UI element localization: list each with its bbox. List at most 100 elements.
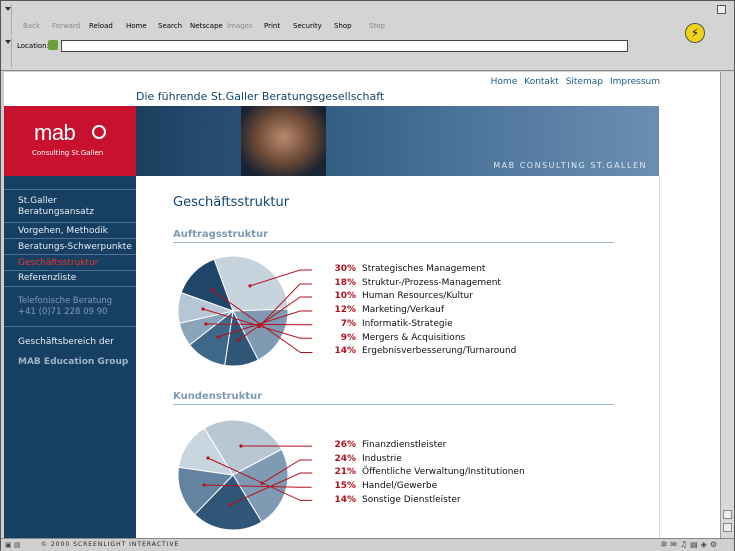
- legend-percent: 14%: [334, 494, 356, 505]
- page-viewport: Home Kontakt Sitemap Impressum Die führende…: [4, 72, 720, 538]
- legend-label: Sonstige Dienstleister: [362, 494, 461, 505]
- toolbar-collapse-tab[interactable]: [4, 4, 12, 34]
- legend-row: 14% Ergebnisverbesserung/Turnaround: [304, 346, 634, 358]
- logo-subtitle: Consulting St.Gallen: [32, 149, 104, 157]
- legend-percent: 7%: [340, 318, 356, 329]
- legend-row: 7% Informatik-Strategie: [304, 319, 634, 331]
- topnav-sitemap[interactable]: Sitemap: [566, 77, 603, 87]
- legend-label: Finanzdienstleister: [362, 440, 447, 450]
- browser-window: Back Forward Reload Home Search Netscape Image…: [0, 0, 735, 551]
- legend-percent: 30%: [334, 264, 356, 274]
- legend-percent: 18%: [334, 277, 356, 288]
- legend-percent: 9%: [340, 332, 356, 343]
- group-label: Geschäftsbereich der: [18, 337, 114, 347]
- sidebar-divider: [4, 189, 136, 190]
- toolbar-back-button[interactable]: Back: [23, 22, 40, 30]
- top-navigation: Home Kontakt Sitemap Impressum: [484, 77, 660, 87]
- topnav-impressum[interactable]: Impressum: [610, 77, 660, 87]
- phone-number: +41 (0)71 228 09 90: [18, 307, 108, 317]
- scroll-down-arrow[interactable]: [723, 523, 732, 532]
- phone-label: Telefonische Beratung: [18, 296, 113, 306]
- status-bar: ▣ ▤ © 2000 SCREENLIGHT INTERACTIVE ✲✉♫▤◈…: [1, 538, 734, 551]
- component-bar-icons[interactable]: ✲✉♫▤◈⚙: [661, 540, 720, 549]
- sidebar-item-geschaeftsstruktur[interactable]: Geschäftsstruktur: [18, 258, 98, 268]
- legend-percent: 24%: [334, 453, 356, 464]
- legend-label: Struktur-/Prozess-Management: [362, 277, 501, 288]
- logo-globe-icon: [92, 125, 106, 139]
- sidebar-divider: [4, 326, 136, 327]
- legend-percent: 12%: [334, 305, 356, 316]
- section-heading-kundenstruktur: Kundenstruktur: [173, 391, 263, 402]
- legend-row: 26% Finanzdienstleister: [304, 440, 634, 452]
- toolbar-reload-button[interactable]: Reload: [89, 22, 113, 30]
- topnav-kontakt[interactable]: Kontakt: [524, 77, 558, 87]
- section-divider: [173, 404, 614, 405]
- location-label: Location:: [17, 42, 49, 50]
- legend-label: Human Resources/Kultur: [362, 291, 473, 302]
- toolbar-netscape-button[interactable]: Netscape: [190, 22, 223, 30]
- legend-percent: 21%: [334, 467, 356, 478]
- logo-wordmark: mab: [34, 120, 76, 145]
- legend-row: 18% Struktur-/Prozess-Management: [304, 278, 634, 290]
- sidebar-item-referenzliste[interactable]: Referenzliste: [18, 273, 76, 283]
- toolbar-home-button[interactable]: Home: [126, 22, 147, 30]
- legend-row: 14% Sonstige Dienstleister: [304, 495, 634, 507]
- legend-percent: 14%: [334, 346, 356, 357]
- browser-toolbar: Back Forward Reload Home Search Netscape Image…: [1, 1, 734, 71]
- sidebar-divider: [4, 270, 136, 271]
- legend-row: 12% Marketing/Verkauf: [304, 305, 634, 317]
- location-collapse-tab[interactable]: [4, 37, 12, 67]
- legend-label: Industrie: [362, 453, 402, 464]
- leader-line: [239, 444, 312, 448]
- group-link[interactable]: MAB Education Group: [18, 357, 128, 367]
- toolbar-security-button[interactable]: Security: [293, 22, 322, 30]
- topnav-home[interactable]: Home: [491, 77, 518, 87]
- header-banner: MAB CONSULTING ST.GALLEN: [136, 106, 659, 176]
- legend-label: Informatik-Strategie: [362, 318, 453, 329]
- banner-caption: MAB CONSULTING ST.GALLEN: [493, 161, 647, 170]
- legend-label: Mergers & Acquisitions: [362, 332, 466, 343]
- legend-label: Marketing/Verkauf: [362, 305, 445, 316]
- legend-row: 9% Mergers & Acquisitions: [304, 333, 634, 345]
- leader-line: [206, 456, 312, 502]
- toolbar-images-button[interactable]: Images: [227, 22, 253, 30]
- logo[interactable]: mab Consulting St.Gallen: [4, 106, 136, 176]
- sidebar-item-schwerpunkte[interactable]: Beratungs-Schwerpunkte: [18, 242, 132, 252]
- toolbar-forward-button[interactable]: Forward: [52, 22, 80, 30]
- legend-row: 21% Öffentliche Verwaltung/Institutionen: [304, 467, 634, 479]
- legend-row: 15% Handel/Gewerbe: [304, 481, 634, 493]
- legend-row: 10% Human Resources/Kultur: [304, 291, 634, 303]
- page-title: Geschäftsstruktur: [173, 195, 290, 210]
- sidebar-divider: [4, 238, 136, 239]
- sidebar-divider: [4, 286, 136, 287]
- toolbar-shop-button[interactable]: Shop: [334, 22, 352, 30]
- leader-line: [209, 288, 312, 353]
- sidebar: St.Galler Beratungsansatz Vorgehen, Meth…: [4, 176, 136, 538]
- toolbar-stop-button[interactable]: Stop: [369, 22, 385, 30]
- toolbar-search-button[interactable]: Search: [158, 22, 182, 30]
- sidebar-item-beratungsansatz[interactable]: St.Galler Beratungsansatz: [18, 196, 94, 218]
- legend-percent: 26%: [334, 440, 356, 450]
- location-input[interactable]: [61, 40, 628, 52]
- sidebar-item-methodik[interactable]: Vorgehen, Methodik: [18, 226, 108, 236]
- legend-row: 24% Industrie: [304, 454, 634, 466]
- sidebar-divider: [4, 222, 136, 223]
- status-text: © 2000 SCREENLIGHT INTERACTIVE: [41, 541, 180, 548]
- window-zoom-box[interactable]: [717, 5, 726, 14]
- page-proxy-icon[interactable]: [48, 40, 58, 50]
- legend-percent: 15%: [334, 481, 356, 492]
- banner-photo: [241, 106, 326, 176]
- section-divider: [173, 242, 614, 243]
- legend-label: Strategisches Management: [362, 264, 486, 274]
- legend-label: Handel/Gewerbe: [362, 481, 438, 492]
- content-edge: [659, 176, 660, 538]
- legend-row: 30% Strategisches Management: [304, 264, 634, 276]
- section-heading-auftragsstruktur: Auftragsstruktur: [173, 229, 269, 240]
- toolbar-print-button[interactable]: Print: [264, 22, 280, 30]
- netscape-throbber-icon[interactable]: ⚡: [685, 23, 705, 43]
- security-lock-icon[interactable]: ▣ ▤: [5, 541, 35, 549]
- legend-label: Ergebnisverbesserung/Turnaround: [362, 346, 517, 357]
- sidebar-divider: [4, 254, 136, 255]
- scroll-up-arrow[interactable]: [723, 510, 732, 519]
- vertical-scrollbar[interactable]: [720, 72, 734, 538]
